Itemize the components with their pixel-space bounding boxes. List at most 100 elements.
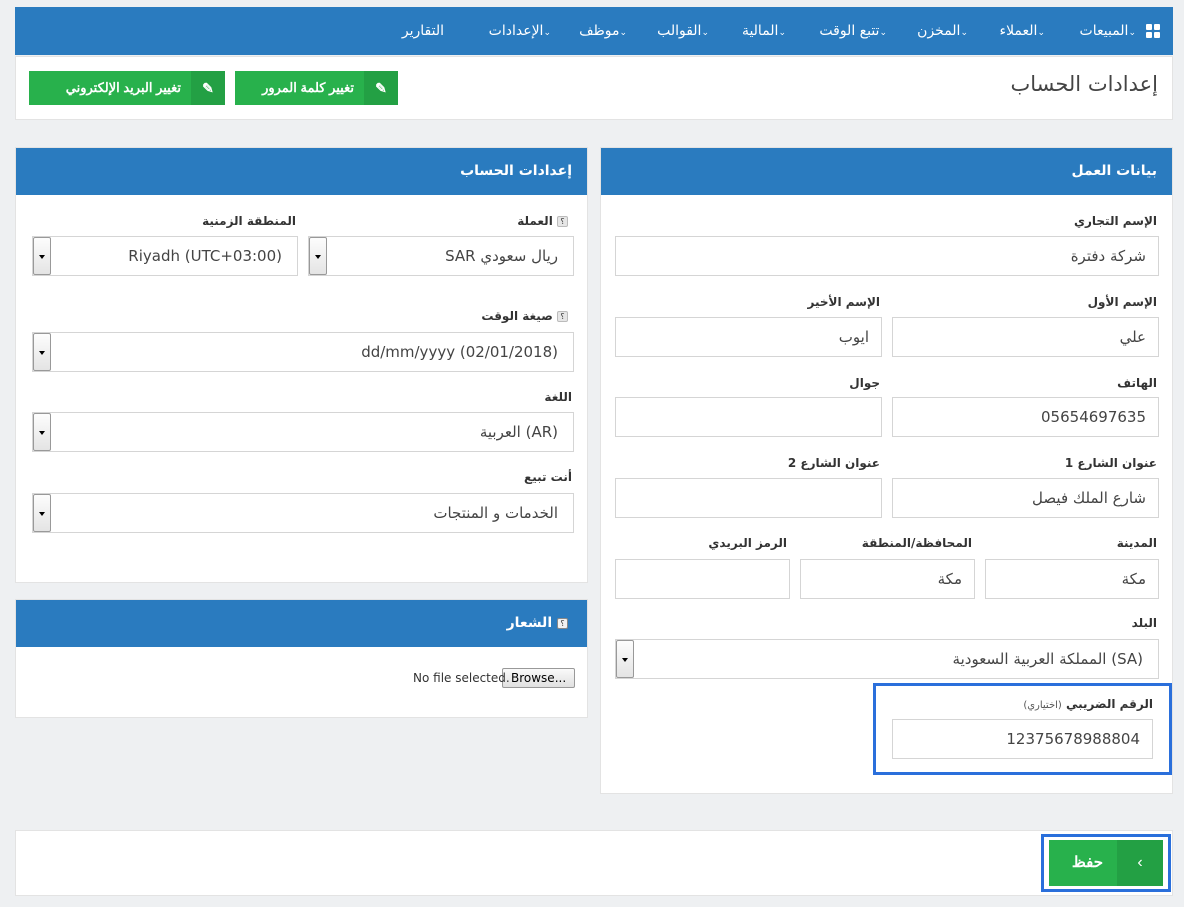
chevron-down-icon: ⌄	[619, 28, 627, 38]
select-value: العربية (AR)	[479, 423, 558, 441]
panel-title: الشعار ؟	[507, 615, 572, 631]
country-select[interactable]: المملكة العربية السعودية (SA)	[615, 639, 1159, 679]
nav-item-customers[interactable]: العملاء⌄	[1000, 7, 1049, 55]
nav-item-reports[interactable]: التقارير	[402, 7, 444, 55]
dropdown-arrow-icon[interactable]	[616, 640, 634, 678]
region-label: المحافظة/المنطقة	[861, 536, 972, 550]
nav-label: القوالب	[657, 23, 702, 39]
edit-icon: ✎	[364, 71, 398, 105]
select-value: Riyadh (UTC+03:00)	[128, 247, 282, 265]
tax-number-input[interactable]	[892, 719, 1153, 759]
postal-code-input[interactable]	[615, 559, 790, 599]
chevron-left-icon: ‹	[1117, 840, 1163, 886]
chevron-down-icon: ⌄	[960, 28, 968, 38]
select-value: الخدمات و المنتجات	[433, 504, 558, 522]
chevron-down-icon: ⌄	[1037, 28, 1045, 38]
select-value: SAR ريال سعودي	[445, 247, 558, 265]
language-select[interactable]: العربية (AR)	[32, 412, 574, 452]
first-name-input[interactable]	[892, 317, 1159, 357]
street1-input[interactable]	[892, 478, 1159, 518]
time-format-label: صيغة الوقت ؟	[481, 309, 572, 323]
footer-bar	[15, 830, 1173, 896]
postal-code-label: الرمز البريدي	[708, 536, 787, 550]
sell-type-label: أنت تبيع	[524, 470, 572, 484]
region-input[interactable]	[800, 559, 975, 599]
chevron-down-icon: ⌄	[778, 28, 786, 38]
nav-item-time-tracking[interactable]: تتبع الوقت⌄	[819, 7, 890, 55]
panel-header: إعدادات الحساب	[16, 148, 587, 195]
last-name-label: الإسم الأخير	[807, 295, 881, 309]
last-name-input[interactable]	[615, 317, 882, 357]
nav-item-templates[interactable]: القوالب⌄	[657, 7, 712, 55]
dropdown-arrow-icon[interactable]	[33, 494, 51, 532]
panel-header: بيانات العمل	[601, 148, 1172, 195]
nav-item-inventory[interactable]: المخزن⌄	[917, 7, 971, 55]
panel-header: الشعار ؟	[16, 600, 587, 647]
chevron-down-icon: ⌄	[1128, 28, 1136, 38]
logo-panel: الشعار ؟ Browse... No file selected.	[15, 599, 588, 718]
dropdown-arrow-icon[interactable]	[33, 413, 51, 451]
select-value: dd/mm/yyyy (02/01/2018)	[361, 343, 558, 361]
browse-file-button[interactable]: Browse...	[502, 668, 576, 688]
tax-number-label: الرقم الضريبي (اختياري)	[1023, 697, 1153, 711]
street2-label: عنوان الشارع 2	[787, 456, 880, 470]
select-value: المملكة العربية السعودية (SA)	[952, 650, 1143, 668]
chevron-down-icon: ⌄	[701, 28, 709, 38]
save-button[interactable]: ‹ حفظ	[1049, 840, 1163, 886]
nav-label: الإعدادات	[488, 23, 544, 39]
mobile-input[interactable]	[615, 397, 882, 437]
nav-label: موظف	[579, 23, 620, 39]
title-text: الشعار	[506, 615, 553, 631]
phone-label: الهاتف	[1117, 376, 1157, 390]
trade-name-label: الإسم التجاري	[1073, 214, 1157, 228]
trade-name-input[interactable]	[615, 236, 1159, 276]
dropdown-arrow-icon[interactable]	[33, 333, 51, 371]
label-text: صيغة الوقت	[481, 309, 553, 323]
apps-grid-icon[interactable]	[1146, 24, 1161, 38]
optional-hint: (اختياري)	[1023, 700, 1062, 711]
nav-label: التقارير	[401, 23, 444, 39]
nav-item-finance[interactable]: المالية⌄	[742, 7, 789, 55]
help-icon[interactable]: ؟	[557, 216, 568, 227]
timezone-select[interactable]: Riyadh (UTC+03:00)	[32, 236, 298, 276]
chevron-down-icon: ⌄	[543, 28, 551, 38]
mobile-label: جوال	[849, 376, 880, 390]
button-label: تغيير كلمة المرور	[262, 80, 354, 95]
nav-item-settings[interactable]: الإعدادات⌄	[489, 7, 554, 55]
label-text: الرقم الضريبي	[1066, 697, 1153, 711]
first-name-label: الإسم الأول	[1087, 295, 1157, 309]
street2-input[interactable]	[615, 478, 882, 518]
help-icon[interactable]: ؟	[557, 311, 568, 322]
nav-item-sales[interactable]: المبيعات⌄	[1080, 7, 1139, 55]
dropdown-arrow-icon[interactable]	[33, 237, 51, 275]
nav-label: العملاء	[999, 23, 1038, 39]
nav-label: تتبع الوقت	[819, 23, 880, 39]
change-email-button[interactable]: ✎ تغيير البريد الإلكتروني	[29, 71, 225, 105]
sell-type-select[interactable]: الخدمات و المنتجات	[32, 493, 574, 533]
currency-select[interactable]: SAR ريال سعودي	[308, 236, 574, 276]
currency-label: العملة ؟	[517, 214, 572, 228]
label-text: العملة	[517, 214, 553, 228]
edit-icon: ✎	[191, 71, 225, 105]
city-input[interactable]	[985, 559, 1159, 599]
nav-label: المالية	[741, 23, 779, 39]
nav-label: المخزن	[917, 23, 961, 39]
top-navbar: المبيعات⌄ العملاء⌄ المخزن⌄ تتبع الوقت⌄ ا…	[15, 7, 1173, 55]
city-label: المدينة	[1116, 536, 1157, 550]
phone-input[interactable]	[892, 397, 1159, 437]
help-icon[interactable]: ؟	[557, 617, 568, 629]
panel-title: بيانات العمل	[1071, 163, 1157, 179]
nav-label: المبيعات	[1079, 23, 1129, 39]
change-password-button[interactable]: ✎ تغيير كلمة المرور	[235, 71, 398, 105]
street1-label: عنوان الشارع 1	[1064, 456, 1157, 470]
button-label: حفظ	[1071, 854, 1103, 871]
nav-item-employee[interactable]: موظف⌄	[579, 7, 630, 55]
account-settings-panel: إعدادات الحساب العملة ؟ SAR ريال سعودي ا…	[15, 147, 588, 583]
country-label: البلد	[1131, 616, 1157, 630]
page-header: إعدادات الحساب ✎ تغيير كلمة المرور ✎ تغي…	[15, 56, 1173, 120]
panel-title: إعدادات الحساب	[460, 163, 572, 179]
dropdown-arrow-icon[interactable]	[309, 237, 327, 275]
time-format-select[interactable]: dd/mm/yyyy (02/01/2018)	[32, 332, 574, 372]
chevron-down-icon: ⌄	[879, 28, 887, 38]
timezone-label: المنطقة الزمنية	[202, 214, 296, 228]
